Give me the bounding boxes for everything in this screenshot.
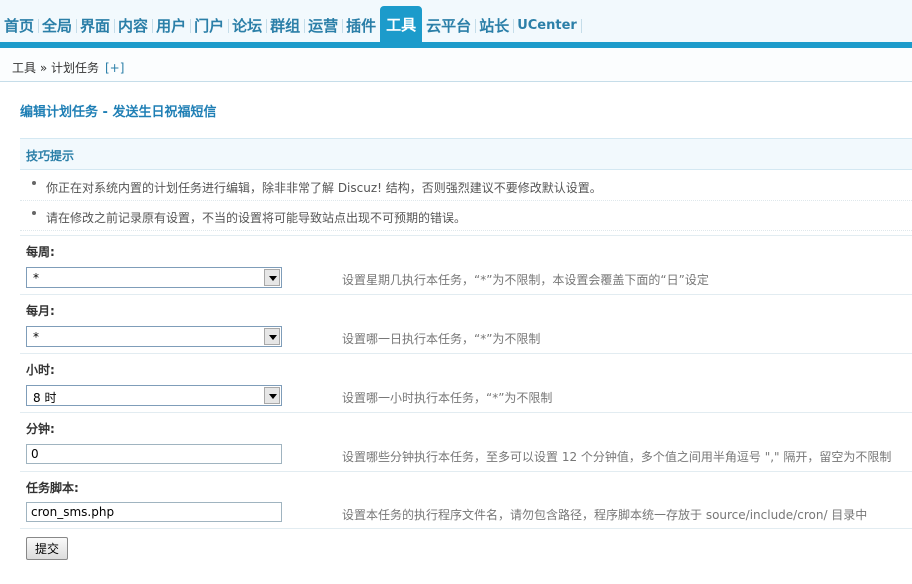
breadcrumb-bar: 工具 » 计划任务 [+] — [0, 48, 912, 82]
add-shortcut-link[interactable]: [+] — [105, 61, 124, 75]
script-value: cron_sms.php — [31, 505, 115, 519]
tip-item: 请在修改之前记录原有设置，不当的设置将可能导致站点出现不可预期的错误。 — [20, 201, 912, 231]
nav-item-cloud[interactable]: 云平台 — [422, 9, 477, 42]
nav-item-operations[interactable]: 运营 — [304, 9, 344, 42]
minute-hint: 设置哪些分钟执行本任务，至多可以设置 12 个分钟值，多个值之间用半角逗号 ",… — [342, 450, 892, 464]
script-label: 任务脚本: — [26, 481, 79, 495]
nav-item-ucenter[interactable]: UCenter — [513, 9, 582, 42]
nav-item-label: 内容 — [118, 17, 149, 35]
chevron-down-icon[interactable] — [264, 328, 280, 345]
weekday-label: 每周: — [26, 245, 55, 259]
submit-button[interactable]: 提交 — [26, 537, 68, 560]
tip-item: 你正在对系统内置的计划任务进行编辑，除非非常了解 Discuz! 结构，否则强烈… — [20, 171, 912, 201]
hour-row: 小时: 8 时 设置哪一小时执行本任务，“*”为不限制 — [20, 353, 912, 412]
nav-item-label: 界面 — [80, 17, 111, 35]
weekday-select[interactable]: * — [26, 267, 282, 288]
nav-item-label: 运营 — [308, 17, 339, 35]
weekday-row: 每周: * 设置星期几执行本任务，“*”为不限制，本设置会覆盖下面的“日”设定 — [20, 235, 912, 294]
tip-text: 你正在对系统内置的计划任务进行编辑，除非非常了解 Discuz! 结构，否则强烈… — [46, 181, 602, 195]
nav-item-label: 群组 — [270, 17, 301, 35]
nav-item-portal[interactable]: 门户 — [190, 9, 230, 42]
nav-item-label: 插件 — [346, 17, 377, 35]
minute-value: 0 — [31, 447, 39, 461]
tip-text: 请在修改之前记录原有设置，不当的设置将可能导致站点出现不可预期的错误。 — [46, 211, 467, 225]
nav-item-label: 论坛 — [232, 17, 263, 35]
nav-item-groups[interactable]: 群组 — [266, 9, 306, 42]
nav-item-content[interactable]: 内容 — [114, 9, 154, 42]
chevron-down-icon[interactable] — [264, 269, 280, 286]
breadcrumb-path: 工具 » 计划任务 — [12, 61, 99, 75]
nav-item-label: 站长 — [479, 17, 510, 35]
script-hint: 设置本任务的执行程序文件名，请勿包含路径，程序脚本统一存放于 source/in… — [342, 508, 868, 522]
day-hint: 设置哪一日执行本任务，“*”为不限制 — [342, 332, 541, 346]
nav-item-home[interactable]: 首页 — [0, 9, 40, 42]
hour-select[interactable]: 8 时 — [26, 385, 282, 406]
nav-item-plugins[interactable]: 插件 — [342, 9, 382, 42]
hour-label: 小时: — [26, 363, 55, 377]
day-row: 每月: * 设置哪一日执行本任务，“*”为不限制 — [20, 294, 912, 353]
nav-item-interface[interactable]: 界面 — [76, 9, 116, 42]
script-row: 任务脚本: cron_sms.php 设置本任务的执行程序文件名，请勿包含路径，… — [20, 471, 912, 529]
nav-item-label: 首页 — [4, 17, 35, 35]
nav-item-label: 全局 — [42, 17, 73, 35]
nav-item-label: 云平台 — [426, 17, 472, 35]
script-input[interactable]: cron_sms.php — [26, 502, 282, 522]
nav-item-users[interactable]: 用户 — [152, 9, 192, 42]
minute-row: 分钟: 0 设置哪些分钟执行本任务，至多可以设置 12 个分钟值，多个值之间用半… — [20, 412, 912, 471]
tips-header: 技巧提示 — [20, 138, 912, 170]
top-navigation: 首页 全局 界面 内容 用户 门户 论坛 群组 运营 插件 工具 云平台 站长 … — [0, 0, 912, 48]
weekday-hint: 设置星期几执行本任务，“*”为不限制，本设置会覆盖下面的“日”设定 — [342, 273, 709, 287]
nav-item-tools[interactable]: 工具 — [380, 6, 423, 42]
day-select[interactable]: * — [26, 326, 282, 347]
nav-item-label: 用户 — [156, 17, 187, 35]
bullet-icon — [32, 181, 36, 185]
hour-value: 8 时 — [33, 391, 57, 405]
nav-menu: 首页 全局 界面 内容 用户 门户 论坛 群组 运营 插件 工具 云平台 站长 … — [0, 6, 582, 42]
bullet-icon — [32, 211, 36, 215]
minute-label: 分钟: — [26, 422, 55, 436]
minute-input[interactable]: 0 — [26, 444, 282, 464]
nav-item-forum[interactable]: 论坛 — [228, 9, 268, 42]
hour-hint: 设置哪一小时执行本任务，“*”为不限制 — [342, 391, 553, 405]
nav-item-webmaster[interactable]: 站长 — [475, 9, 515, 42]
tips-heading: 技巧提示 — [26, 149, 75, 163]
nav-item-label: UCenter — [517, 18, 577, 33]
breadcrumb: 工具 » 计划任务 [+] — [12, 59, 124, 76]
nav-item-label: 工具 — [386, 15, 417, 34]
weekday-value: * — [33, 271, 39, 285]
nav-item-global[interactable]: 全局 — [38, 9, 78, 42]
chevron-down-icon[interactable] — [264, 387, 280, 404]
day-label: 每月: — [26, 304, 55, 318]
nav-item-label: 门户 — [194, 17, 225, 35]
page-title: 编辑计划任务 - 发送生日祝福短信 — [20, 105, 217, 120]
day-value: * — [33, 330, 39, 344]
